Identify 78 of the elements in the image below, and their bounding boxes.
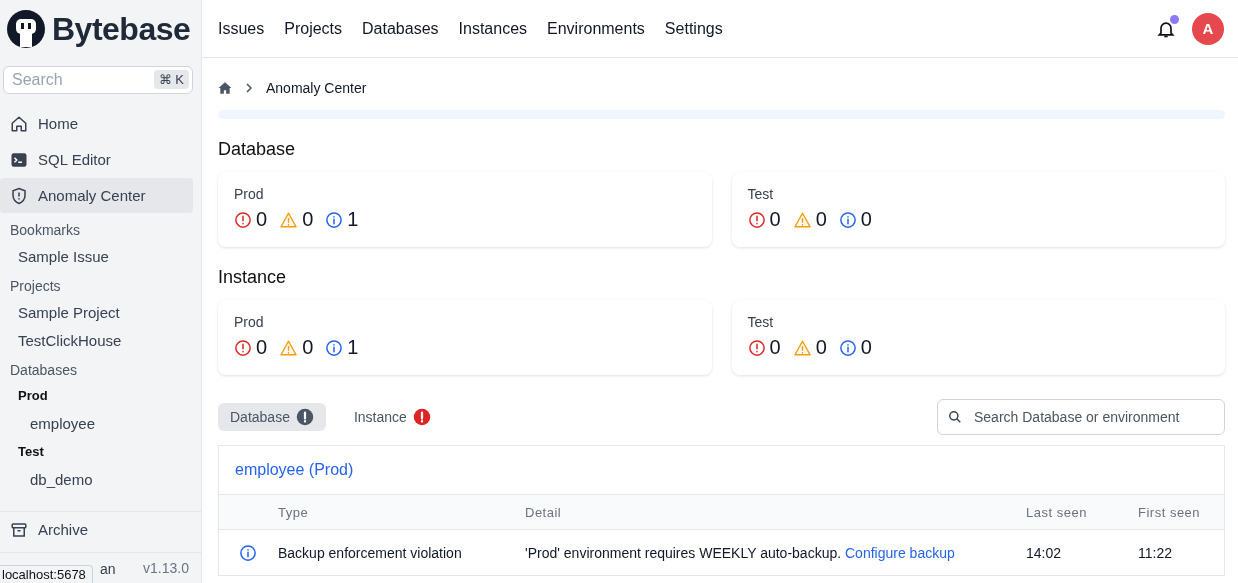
warning-count: 0 (302, 336, 314, 359)
chevron-icon (244, 83, 254, 93)
warning-count: 0 (302, 208, 314, 231)
section-heading: Databases (9, 362, 78, 380)
group-heading: Test (17, 443, 45, 461)
error-count: 0 (769, 208, 781, 231)
time-cell: 14:02 (1026, 544, 1062, 561)
detail-text: 'Prod' environment requires WEEKLY auto-backup. Configure backup (525, 544, 955, 561)
info-count: 1 (347, 208, 359, 231)
time-cell: 11:22 (1138, 544, 1172, 561)
nav-link[interactable]: Settings (664, 19, 723, 38)
error-icon (234, 210, 252, 229)
status-tooltip: localhost:5678 (0, 565, 93, 583)
group-heading: Prod (17, 387, 49, 405)
shield-icon (10, 186, 28, 205)
column-header: First seen (1138, 504, 1201, 520)
info-count: 1 (347, 336, 359, 359)
info-icon (325, 210, 344, 229)
section-heading: Bookmarks (9, 222, 82, 240)
nav-item[interactable]: Anomaly Center (0, 178, 193, 213)
section-title: Database (218, 139, 297, 160)
column-header: Type (278, 504, 309, 520)
warning-icon (279, 338, 299, 357)
nav-item[interactable]: SQL Editor (0, 142, 193, 177)
environment-label: Prod (234, 314, 265, 330)
section-heading: Projects (9, 278, 62, 296)
warning-icon (279, 210, 299, 229)
logo-text: Bytebase (52, 10, 191, 48)
nav-link[interactable]: Issues (218, 19, 265, 38)
home-icon (10, 114, 28, 133)
archive-item[interactable]: Archive (0, 512, 193, 547)
database-link[interactable]: employee (0, 409, 201, 438)
archive-icon (10, 520, 28, 539)
column-header: Detail (525, 504, 562, 520)
tab[interactable]: Database (218, 403, 326, 431)
warning-icon (792, 210, 812, 229)
nav-link[interactable]: Databases (362, 19, 439, 38)
plan-label: an (100, 561, 116, 577)
home-icon[interactable] (218, 81, 232, 95)
error-count: 0 (256, 208, 268, 231)
user-avatar[interactable]: A (1192, 12, 1224, 45)
warning-icon (792, 338, 812, 357)
nav-item[interactable]: Home (0, 106, 193, 141)
sidebar-link[interactable]: TestClickHouse (0, 326, 201, 354)
sidebar-link[interactable]: Sample Project (0, 298, 201, 326)
environment-label: Test (747, 314, 775, 330)
column-header: Last seen (1026, 504, 1087, 520)
info-count: 0 (860, 208, 872, 231)
error-icon (747, 210, 766, 229)
error-count: 0 (769, 336, 781, 359)
type-cell: Backup enforcement violation (278, 544, 462, 561)
warning-count: 0 (815, 208, 827, 231)
database-link[interactable]: employee (Prod) (235, 461, 354, 479)
info-icon (239, 543, 257, 562)
environment-label: Test (747, 186, 775, 202)
configure-link[interactable]: Configure backup (845, 544, 955, 561)
error-icon (234, 338, 252, 357)
info-icon (838, 210, 857, 229)
shortcut-key: ⌘ K (153, 70, 189, 89)
sidebar-link[interactable]: Sample Issue (0, 242, 201, 270)
database-link[interactable]: db_demo (0, 465, 201, 494)
version-label: v1.13.0 (143, 560, 189, 576)
error-icon (747, 338, 766, 357)
error-count: 0 (256, 336, 268, 359)
terminal-icon (10, 150, 28, 169)
info-count: 0 (860, 336, 872, 359)
nav-link[interactable]: Projects (284, 19, 343, 38)
breadcrumb-item: Anomaly Center (266, 80, 367, 96)
nav-link[interactable]: Instances (458, 19, 528, 38)
environment-label: Prod (234, 186, 265, 202)
tab[interactable]: Instance (341, 403, 443, 431)
search-field[interactable]: Search Database or environment (937, 399, 1225, 435)
section-title: Instance (218, 267, 288, 288)
info-icon (325, 338, 344, 357)
info-icon (838, 338, 857, 357)
warning-count: 0 (815, 336, 827, 359)
logo-icon (6, 9, 46, 49)
nav-link[interactable]: Environments (547, 19, 645, 38)
